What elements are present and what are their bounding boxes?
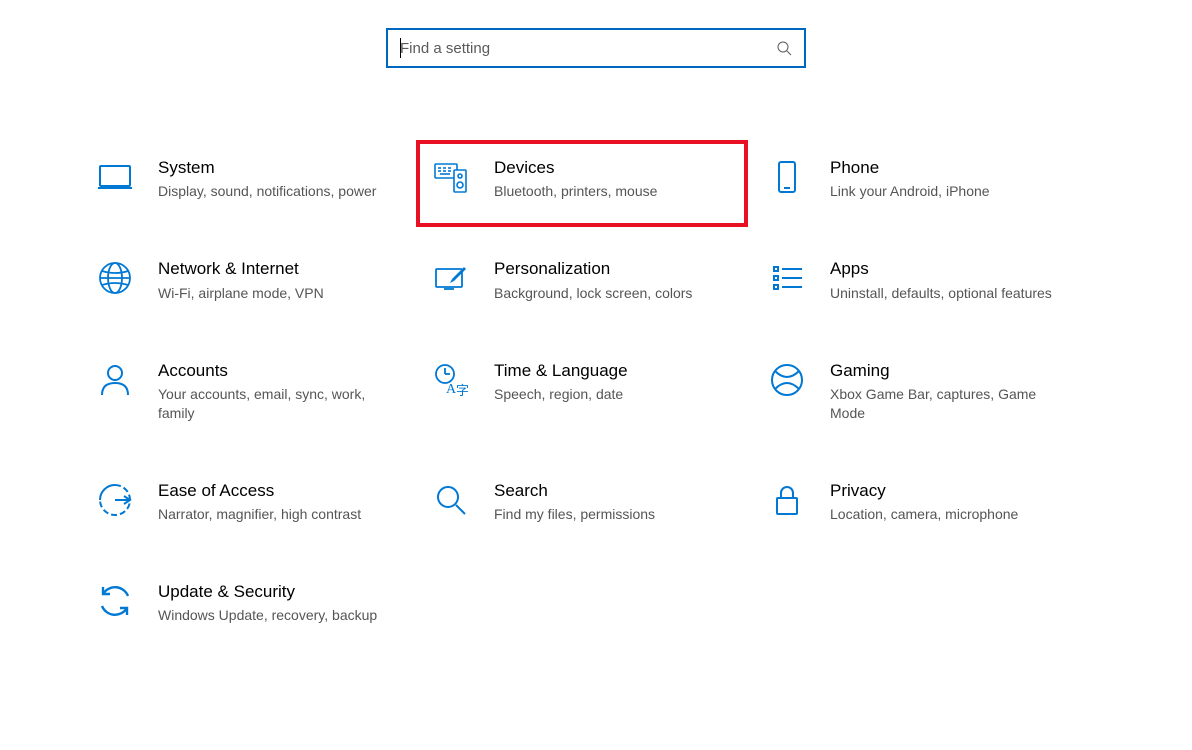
tile-text: Search Find my files, permissions <box>494 481 752 524</box>
tile-search[interactable]: Search Find my files, permissions <box>428 473 764 532</box>
personalization-icon <box>432 259 470 297</box>
tile-text: System Display, sound, notifications, po… <box>158 158 416 201</box>
tile-time-language[interactable]: A 字 Time & Language Speech, region, date <box>428 353 764 431</box>
tile-gaming[interactable]: Gaming Xbox Game Bar, captures, Game Mod… <box>764 353 1100 431</box>
tile-text: Time & Language Speech, region, date <box>494 361 752 404</box>
tile-title: Network & Internet <box>158 259 396 279</box>
tile-network[interactable]: Network & Internet Wi-Fi, airplane mode,… <box>92 251 428 310</box>
apps-icon <box>768 259 806 297</box>
tile-privacy[interactable]: Privacy Location, camera, microphone <box>764 473 1100 532</box>
phone-icon <box>768 158 806 196</box>
search-input[interactable] <box>400 40 776 57</box>
update-icon <box>96 582 134 620</box>
tile-desc: Display, sound, notifications, power <box>158 182 396 201</box>
tile-text: Update & Security Windows Update, recove… <box>158 582 416 625</box>
tile-desc: Uninstall, defaults, optional features <box>830 284 1068 303</box>
tile-desc: Windows Update, recovery, backup <box>158 606 396 625</box>
tile-desc: Background, lock screen, colors <box>494 284 732 303</box>
tile-text: Personalization Background, lock screen,… <box>494 259 752 302</box>
tile-text: Network & Internet Wi-Fi, airplane mode,… <box>158 259 416 302</box>
ease-of-access-icon <box>96 481 134 519</box>
tile-phone[interactable]: Phone Link your Android, iPhone <box>764 150 1100 209</box>
tile-apps[interactable]: Apps Uninstall, defaults, optional featu… <box>764 251 1100 310</box>
tile-title: Time & Language <box>494 361 732 381</box>
tile-desc: Xbox Game Bar, captures, Game Mode <box>830 385 1068 423</box>
tile-title: System <box>158 158 396 178</box>
tile-text: Devices Bluetooth, printers, mouse <box>494 158 752 201</box>
tile-text: Privacy Location, camera, microphone <box>830 481 1088 524</box>
tile-update-security[interactable]: Update & Security Windows Update, recove… <box>92 574 428 633</box>
tile-title: Gaming <box>830 361 1068 381</box>
svg-text:字: 字 <box>456 383 469 398</box>
tile-personalization[interactable]: Personalization Background, lock screen,… <box>428 251 764 310</box>
text-cursor <box>400 38 401 58</box>
tile-text: Apps Uninstall, defaults, optional featu… <box>830 259 1088 302</box>
person-icon <box>96 361 134 399</box>
lock-icon <box>768 481 806 519</box>
magnifier-icon <box>432 481 470 519</box>
tile-text: Phone Link your Android, iPhone <box>830 158 1088 201</box>
tile-desc: Speech, region, date <box>494 385 732 404</box>
tile-devices[interactable]: Devices Bluetooth, printers, mouse <box>428 150 764 209</box>
tile-title: Privacy <box>830 481 1068 501</box>
tile-title: Update & Security <box>158 582 396 602</box>
search-icon <box>776 40 792 56</box>
tile-system[interactable]: System Display, sound, notifications, po… <box>92 150 428 209</box>
tile-title: Accounts <box>158 361 396 381</box>
tile-desc: Location, camera, microphone <box>830 505 1068 524</box>
tile-title: Search <box>494 481 732 501</box>
tile-desc: Your accounts, email, sync, work, family <box>158 385 396 423</box>
settings-grid: System Display, sound, notifications, po… <box>0 68 1192 633</box>
tile-title: Ease of Access <box>158 481 396 501</box>
time-language-icon: A 字 <box>432 361 470 399</box>
gaming-icon <box>768 361 806 399</box>
system-icon <box>96 158 134 196</box>
tile-text: Gaming Xbox Game Bar, captures, Game Mod… <box>830 361 1088 423</box>
tile-desc: Link your Android, iPhone <box>830 182 1068 201</box>
tile-desc: Find my files, permissions <box>494 505 732 524</box>
tile-title: Personalization <box>494 259 732 279</box>
search-box[interactable] <box>386 28 806 68</box>
search-container <box>0 0 1192 68</box>
tile-text: Accounts Your accounts, email, sync, wor… <box>158 361 416 423</box>
tile-title: Devices <box>494 158 732 178</box>
tile-desc: Bluetooth, printers, mouse <box>494 182 732 201</box>
tile-title: Apps <box>830 259 1068 279</box>
tile-desc: Wi-Fi, airplane mode, VPN <box>158 284 396 303</box>
tile-text: Ease of Access Narrator, magnifier, high… <box>158 481 416 524</box>
tile-ease-of-access[interactable]: Ease of Access Narrator, magnifier, high… <box>92 473 428 532</box>
tile-desc: Narrator, magnifier, high contrast <box>158 505 396 524</box>
globe-icon <box>96 259 134 297</box>
tile-title: Phone <box>830 158 1068 178</box>
devices-icon <box>432 158 470 196</box>
tile-accounts[interactable]: Accounts Your accounts, email, sync, wor… <box>92 353 428 431</box>
